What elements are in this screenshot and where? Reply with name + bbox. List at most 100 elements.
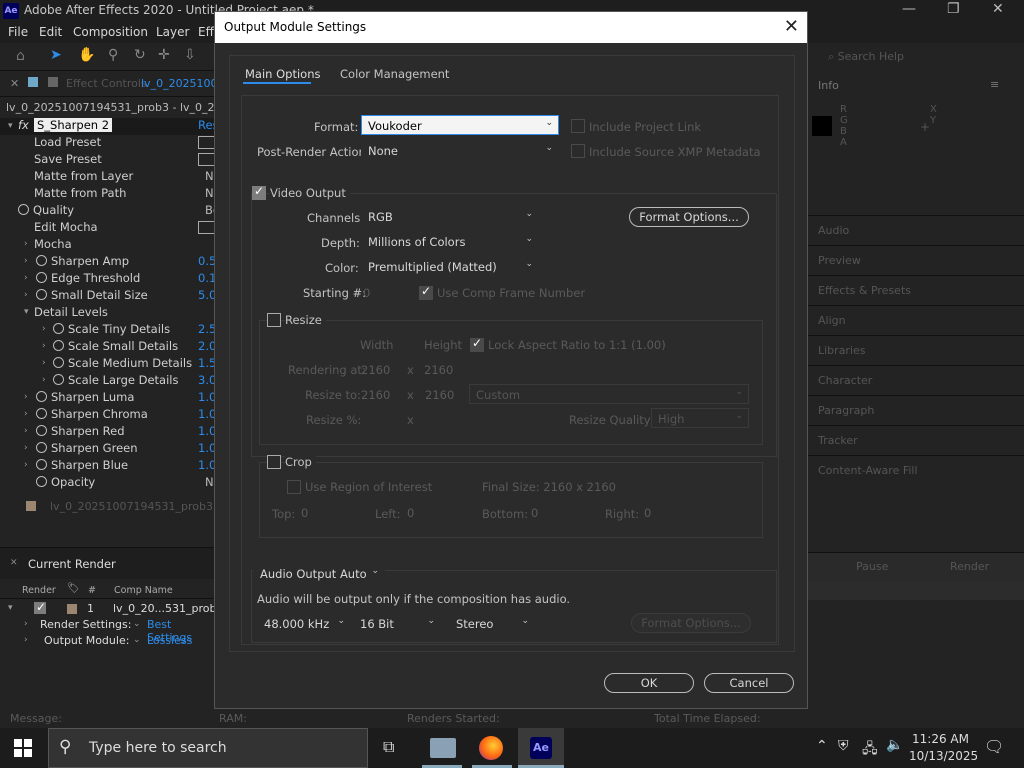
minimize-icon[interactable]: —: [902, 1, 916, 17]
expand-arrow-icon[interactable]: ›: [24, 443, 28, 453]
expand-arrow-icon[interactable]: ›: [42, 358, 46, 368]
task-view-icon[interactable]: ⧉: [383, 737, 394, 757]
panel-item[interactable]: Align: [818, 314, 846, 327]
selection-tool-icon[interactable]: ➤: [50, 47, 62, 63]
col-num[interactable]: #: [88, 585, 96, 596]
stopwatch-icon[interactable]: [36, 476, 47, 487]
expand-arrow-icon[interactable]: ›: [42, 324, 46, 334]
panel-item[interactable]: Audio: [818, 224, 849, 237]
video-output-checkbox[interactable]: [252, 184, 266, 200]
close-tab-icon[interactable]: ✕: [10, 558, 18, 568]
maximize-icon[interactable]: ❐: [947, 1, 960, 17]
expand-arrow-icon[interactable]: ›: [24, 256, 28, 266]
effect-property-row[interactable]: › Scale Tiny Details 2.50: [0, 322, 224, 339]
stopwatch-icon[interactable]: [53, 357, 64, 368]
include-xmp-checkbox[interactable]: [571, 144, 585, 158]
effect-property-row[interactable]: › Scale Medium Details 1.50: [0, 356, 224, 373]
output-module-link[interactable]: Lossless: [147, 634, 192, 647]
menu-composition[interactable]: Composition: [73, 25, 148, 39]
expand-arrow-icon[interactable]: ›: [24, 426, 28, 436]
info-tab[interactable]: Info: [818, 79, 839, 92]
pause-button[interactable]: Pause: [856, 560, 888, 573]
stopwatch-icon[interactable]: [36, 391, 47, 402]
stopwatch-icon[interactable]: [36, 289, 47, 300]
expand-arrow-icon[interactable]: ›: [42, 375, 46, 385]
effect-controls-tab[interactable]: Effect Controls: [66, 77, 147, 90]
bit-depth-select[interactable]: 16 Bit ⌄: [353, 613, 441, 633]
effect-property-row[interactable]: › Sharpen Luma 1.00: [0, 390, 224, 407]
collapse-arrow-icon[interactable]: ▾: [24, 307, 29, 317]
resize-width[interactable]: 2160: [361, 388, 390, 402]
effect-property-row[interactable]: › Scale Small Details 2.00: [0, 339, 224, 356]
expand-arrow-icon[interactable]: ▾: [8, 603, 13, 613]
resize-height[interactable]: 2160: [425, 388, 454, 402]
panel-item[interactable]: Effects & Presets: [818, 284, 911, 297]
render-checkbox[interactable]: [34, 600, 46, 614]
channels-select[interactable]: RGB ⌄: [361, 206, 539, 226]
panel-item[interactable]: Libraries: [818, 344, 866, 357]
effect-property-row[interactable]: › Sharpen Red 1.00: [0, 424, 224, 441]
use-roi-checkbox[interactable]: [287, 480, 301, 494]
crop-bottom-value[interactable]: 0: [531, 506, 538, 520]
col-comp-name[interactable]: Comp Name: [114, 585, 173, 596]
format-options-button[interactable]: Format Options...: [629, 207, 749, 227]
stopwatch-icon[interactable]: [36, 425, 47, 436]
panel-item[interactable]: Paragraph: [818, 404, 874, 417]
firefox-icon[interactable]: [479, 736, 503, 760]
crop-right-value[interactable]: 0: [644, 506, 651, 520]
close-window-icon[interactable]: ✕: [992, 1, 1004, 17]
expand-arrow-icon[interactable]: ›: [42, 341, 46, 351]
hand-tool-icon[interactable]: ✋: [78, 47, 95, 63]
effect-property-row[interactable]: › Scale Large Details 3.00: [0, 373, 224, 390]
rotate-tool-icon[interactable]: ↻: [134, 47, 146, 63]
stopwatch-icon[interactable]: [36, 272, 47, 283]
search-help[interactable]: ⌕ Search Help: [828, 50, 904, 64]
crop-top-value[interactable]: 0: [301, 506, 308, 520]
include-project-link-checkbox[interactable]: [571, 119, 585, 133]
panel-item[interactable]: Tracker: [818, 434, 858, 447]
camera-tool-icon[interactable]: ✛: [158, 47, 170, 63]
render-queue-tab[interactable]: Current Render: [28, 557, 116, 571]
stopwatch-icon[interactable]: [53, 323, 64, 334]
post-render-select[interactable]: None ⌄: [361, 140, 559, 160]
menu-edit[interactable]: Edit: [39, 25, 62, 39]
effect-property-row[interactable]: Edit Mocha: [0, 220, 216, 237]
format-select[interactable]: Voukoder ⌄: [361, 115, 559, 135]
expand-arrow-icon[interactable]: ›: [24, 273, 28, 283]
resize-checkbox[interactable]: [267, 313, 281, 327]
effect-property-row[interactable]: Matte from Layer No: [0, 169, 221, 186]
depth-select[interactable]: Millions of Colors ⌄: [361, 231, 539, 251]
stopwatch-icon[interactable]: [53, 340, 64, 351]
security-icon[interactable]: ⛨: [838, 738, 849, 754]
color-select[interactable]: Premultiplied (Matted) ⌄: [361, 256, 539, 276]
file-explorer-icon[interactable]: [430, 738, 456, 758]
expand-arrow-icon[interactable]: ›: [24, 239, 28, 249]
effect-property-row[interactable]: Quality Be: [0, 203, 220, 220]
effect-property-row[interactable]: Load Preset: [0, 135, 216, 152]
clock-date[interactable]: 10/13/2025: [909, 749, 978, 763]
effect-property-row[interactable]: › Sharpen Green 1.00: [0, 441, 224, 458]
effect-property-row[interactable]: Opacity No: [0, 475, 221, 492]
menu-layer[interactable]: Layer: [156, 25, 189, 39]
windows-start-icon[interactable]: [14, 739, 32, 757]
sample-rate-select[interactable]: 48.000 kHz ⌄: [257, 613, 351, 633]
fx-icon[interactable]: fx: [18, 118, 29, 132]
volume-muted-icon[interactable]: 🔈: [886, 737, 903, 753]
pan-tool-icon[interactable]: ⇩: [184, 47, 196, 63]
clock-time[interactable]: 11:26 AM: [912, 732, 969, 746]
chevron-down-icon[interactable]: ⌄: [133, 635, 141, 645]
panel-item[interactable]: Content-Aware Fill: [818, 464, 918, 477]
zoom-tool-icon[interactable]: ⚲: [108, 47, 118, 63]
crop-checkbox[interactable]: [267, 455, 281, 469]
effect-property-row[interactable]: › Edge Threshold 0.15: [0, 271, 224, 288]
close-icon[interactable]: ✕: [784, 16, 799, 37]
tab-main-options[interactable]: Main Options: [245, 67, 320, 81]
expand-arrow-icon[interactable]: ›: [24, 290, 28, 300]
audio-channels-select[interactable]: Stereo ⌄: [449, 613, 535, 633]
notifications-icon[interactable]: 🗨: [984, 737, 1004, 756]
resize-quality-select[interactable]: High ⌄: [651, 408, 749, 428]
expand-arrow-icon[interactable]: ›: [24, 460, 28, 470]
collapse-arrow-icon[interactable]: ▾: [8, 121, 13, 131]
network-icon[interactable]: 🖧: [862, 738, 878, 762]
effect-property-row[interactable]: › Sharpen Chroma 1.00: [0, 407, 224, 424]
